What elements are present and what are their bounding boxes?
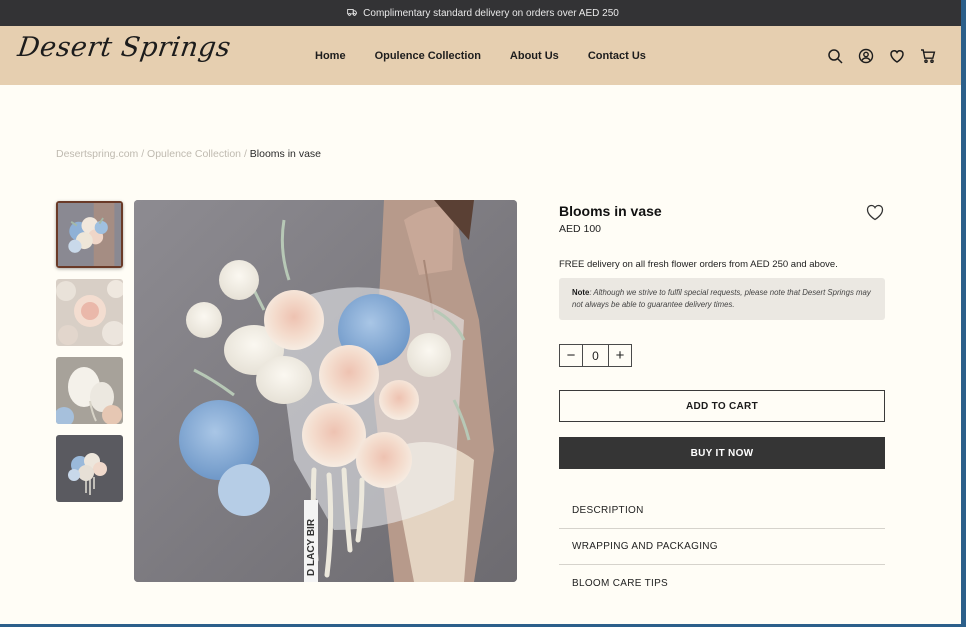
- product-thumbnail-1[interactable]: [56, 201, 123, 268]
- breadcrumb-home-link[interactable]: Desertspring.com: [56, 148, 138, 160]
- free-delivery-text: FREE delivery on all fresh flower orders…: [559, 259, 838, 270]
- quantity-stepper: − 0 +: [559, 344, 632, 367]
- window-frame-right: [961, 0, 966, 627]
- announcement-text: Complimentary standard delivery on order…: [363, 7, 619, 19]
- product-thumbnail-2[interactable]: [56, 279, 123, 346]
- note-text: : Although we strive to fulfil special r…: [572, 288, 871, 309]
- cart-icon[interactable]: [920, 48, 936, 64]
- accordion-bloom-care-tips[interactable]: BLOOM CARE TIPS: [559, 565, 885, 601]
- add-to-wishlist-heart-icon[interactable]: [865, 202, 885, 222]
- site-logo[interactable]: Desert Springs: [16, 32, 233, 63]
- quantity-increase-button[interactable]: +: [609, 345, 631, 366]
- quantity-decrease-button[interactable]: −: [560, 345, 582, 366]
- nav-home[interactable]: Home: [315, 50, 346, 62]
- product-thumbnail-4[interactable]: [56, 435, 123, 502]
- delivery-note: Note: Although we strive to fulfil speci…: [559, 278, 885, 320]
- thumbnail-gallery: [56, 201, 123, 513]
- breadcrumb-separator: /: [138, 148, 148, 160]
- site-header: Desert Springs Home Opulence Collection …: [0, 26, 966, 85]
- breadcrumb-current: Blooms in vase: [249, 148, 321, 160]
- main-nav: Home Opulence Collection About Us Contac…: [315, 26, 646, 85]
- delivery-truck-icon: [347, 7, 357, 20]
- accordion-description[interactable]: DESCRIPTION: [559, 493, 885, 529]
- account-icon[interactable]: [858, 48, 874, 64]
- search-icon[interactable]: [827, 48, 843, 64]
- accordion-wrapping-packaging[interactable]: WRAPPING AND PACKAGING: [559, 529, 885, 565]
- product-title: Blooms in vase: [559, 203, 662, 219]
- wishlist-heart-icon[interactable]: [889, 48, 905, 64]
- note-label: Note: [572, 288, 590, 297]
- product-price: AED 100: [559, 223, 602, 235]
- announcement-bar: Complimentary standard delivery on order…: [0, 0, 966, 26]
- nav-contact-us[interactable]: Contact Us: [588, 50, 646, 62]
- header-icons: [827, 26, 936, 85]
- add-to-cart-button[interactable]: ADD TO CART: [559, 390, 885, 422]
- product-main-image[interactable]: D LACY BIR: [134, 200, 517, 582]
- breadcrumb-separator: /: [241, 148, 250, 160]
- breadcrumb: Desertspring.com / Opulence Collection /…: [56, 148, 321, 160]
- product-thumbnail-3[interactable]: [56, 357, 123, 424]
- product-accordion: DESCRIPTION WRAPPING AND PACKAGING BLOOM…: [559, 493, 885, 601]
- product-details: Blooms in vase AED 100 FREE delivery on …: [559, 200, 885, 601]
- buy-it-now-button[interactable]: BUY IT NOW: [559, 437, 885, 469]
- ribbon-text: D LACY BIR: [306, 518, 317, 576]
- quantity-value[interactable]: 0: [582, 345, 609, 366]
- nav-about-us[interactable]: About Us: [510, 50, 559, 62]
- breadcrumb-collection-link[interactable]: Opulence Collection: [147, 148, 241, 160]
- nav-opulence-collection[interactable]: Opulence Collection: [375, 50, 481, 62]
